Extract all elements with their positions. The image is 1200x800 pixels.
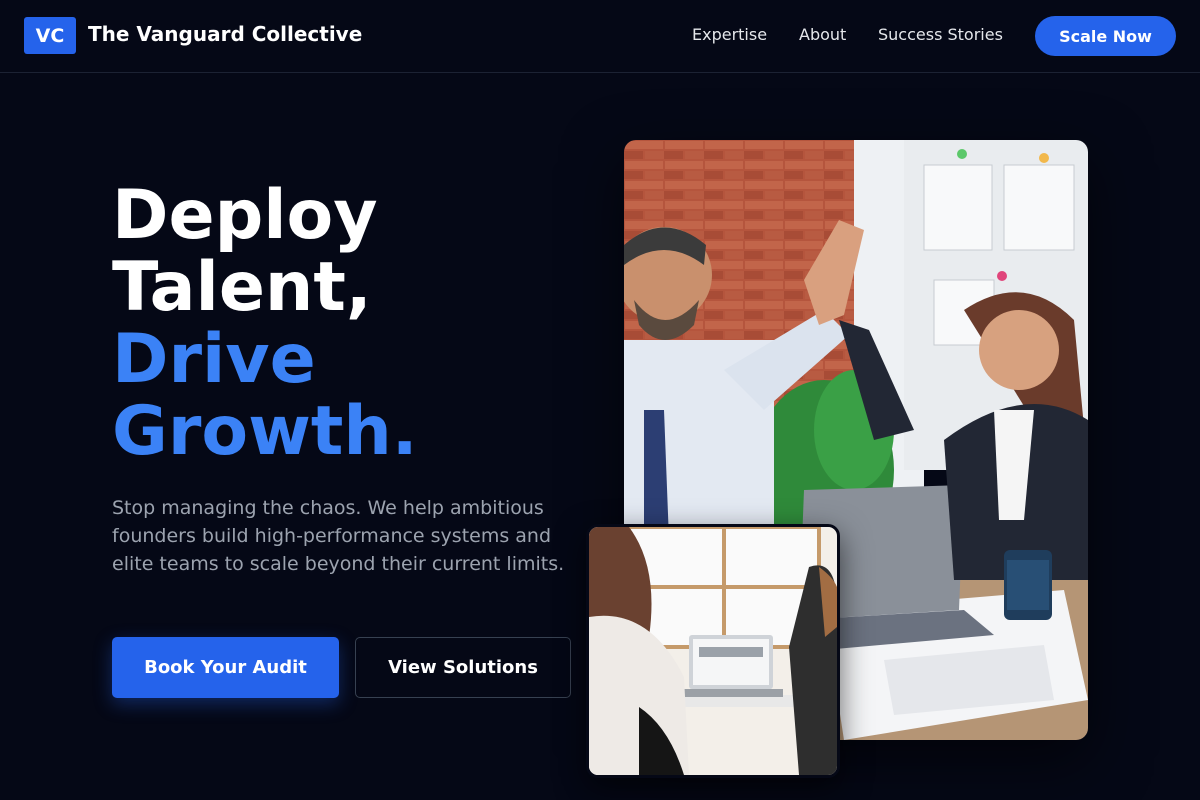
headline-line-4: Growth. [112,392,418,471]
book-audit-button[interactable]: Book Your Audit [112,637,339,698]
site-header: VC The Vanguard Collective Expertise Abo… [0,0,1200,73]
headline-line-1: Deploy [112,176,378,255]
brand-name[interactable]: The Vanguard Collective [88,22,362,46]
headline-line-2: Talent, [112,248,372,327]
hero-headline: Deploy Talent, Drive Growth. [112,180,418,468]
headline-line-3: Drive [112,320,316,399]
hero-subtext: Stop managing the chaos. We help ambitio… [112,497,565,575]
logo-badge[interactable]: VC [24,17,76,54]
view-solutions-button[interactable]: View Solutions [355,637,571,698]
hero-photo-secondary [586,524,840,778]
scale-now-button[interactable]: Scale Now [1035,16,1176,56]
nav-success-stories[interactable]: Success Stories [878,25,1003,44]
nav-expertise[interactable]: Expertise [692,25,767,44]
nav-about[interactable]: About [799,25,846,44]
